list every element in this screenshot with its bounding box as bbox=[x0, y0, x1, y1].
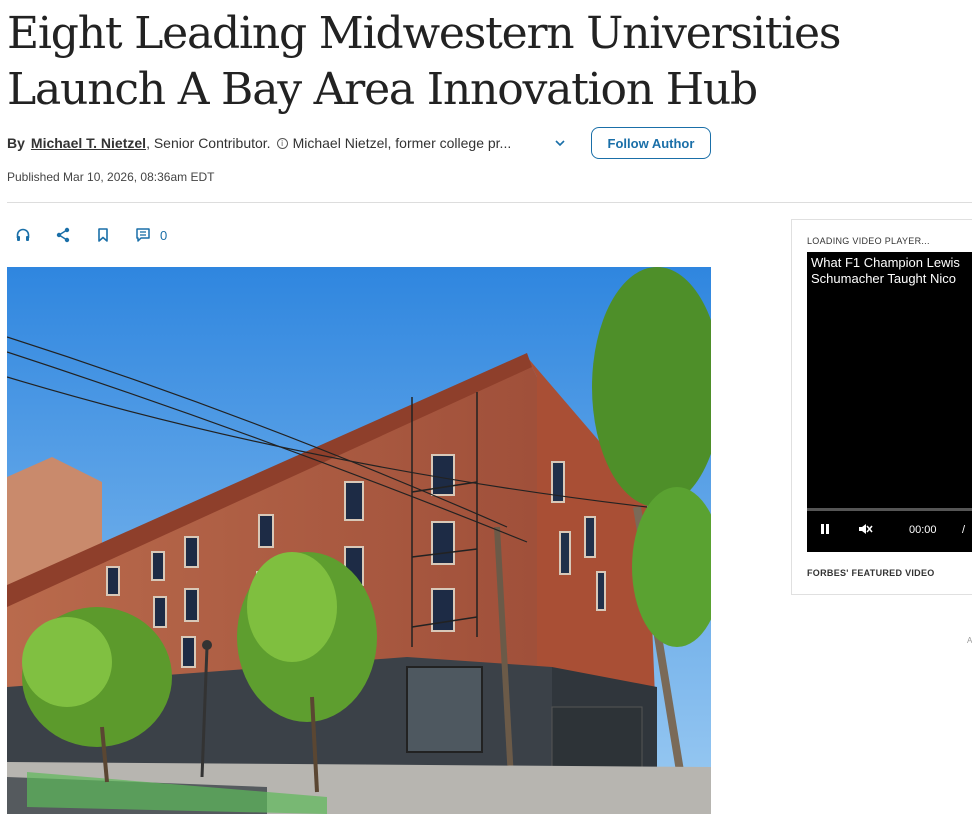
bookmark-icon[interactable] bbox=[94, 226, 112, 244]
info-icon[interactable]: i bbox=[276, 137, 288, 149]
brick-building-photo bbox=[7, 267, 711, 814]
byline-prefix: By bbox=[7, 135, 25, 151]
author-bio: Michael Nietzel, former college pr... bbox=[292, 135, 512, 151]
comment-icon[interactable] bbox=[134, 226, 152, 244]
article-toolbar: 0 bbox=[14, 226, 167, 244]
share-icon[interactable] bbox=[54, 226, 72, 244]
featured-video-label: FORBES' FEATURED VIDEO bbox=[807, 568, 935, 578]
video-title[interactable]: What F1 Champion Lewis Schumacher Taught… bbox=[811, 255, 972, 287]
video-current-time: 00:00 bbox=[909, 524, 937, 536]
chevron-down-icon[interactable] bbox=[553, 136, 567, 150]
video-progress-bar[interactable] bbox=[807, 508, 972, 511]
video-title-line-1: What F1 Champion Lewis bbox=[811, 255, 960, 270]
video-time-separator: / bbox=[962, 524, 966, 536]
video-player[interactable]: What F1 Champion Lewis Schumacher Taught… bbox=[807, 252, 972, 552]
author-role: , Senior Contributor. bbox=[146, 135, 271, 151]
comment-count[interactable]: 0 bbox=[160, 228, 167, 243]
video-title-line-2: Schumacher Taught Nico bbox=[811, 271, 957, 286]
author-link[interactable]: Michael T. Nietzel bbox=[31, 135, 146, 151]
byline: By Michael T. Nietzel , Senior Contribut… bbox=[7, 127, 717, 159]
ad-marker: A bbox=[967, 636, 972, 645]
article-headline: Eight Leading Midwestern Universities La… bbox=[7, 8, 841, 115]
loading-video-label: LOADING VIDEO PLAYER... bbox=[807, 236, 930, 246]
hero-image bbox=[7, 267, 711, 814]
pause-icon[interactable] bbox=[819, 522, 831, 536]
publish-date: Published Mar 10, 2026, 08:36am EDT bbox=[7, 170, 215, 184]
follow-author-button[interactable]: Follow Author bbox=[591, 127, 711, 159]
divider bbox=[7, 202, 972, 203]
mute-icon[interactable] bbox=[857, 522, 873, 536]
headphones-icon[interactable] bbox=[14, 226, 32, 244]
featured-video-panel: LOADING VIDEO PLAYER... What F1 Champion… bbox=[791, 219, 972, 595]
